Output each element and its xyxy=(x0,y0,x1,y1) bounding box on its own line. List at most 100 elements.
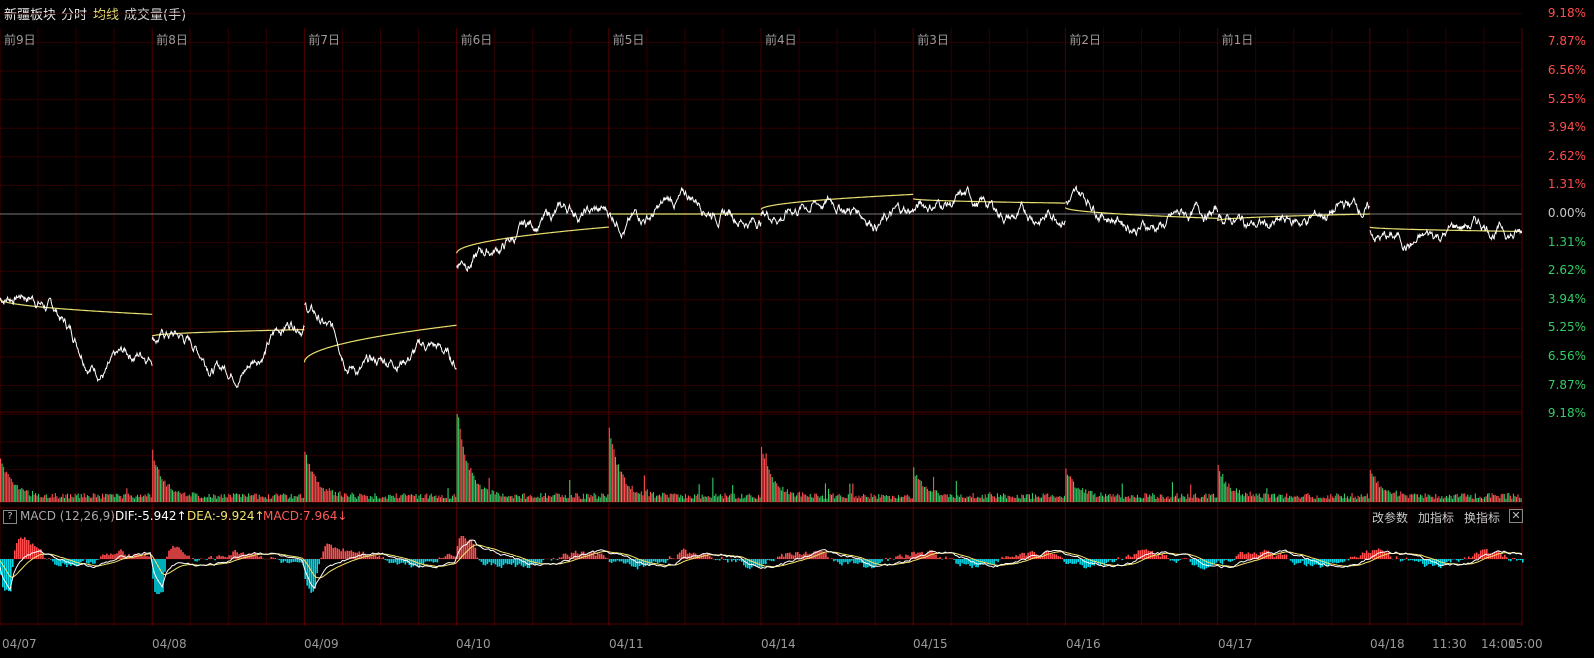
volume-bar xyxy=(406,495,408,502)
volume-bar xyxy=(254,493,256,502)
macd-bar xyxy=(1199,559,1202,569)
volume-bar xyxy=(415,494,417,502)
volume-bar xyxy=(312,471,314,502)
volume-bar xyxy=(1249,491,1251,502)
macd-bar xyxy=(488,559,491,563)
volume-bar xyxy=(336,495,338,502)
volume-bar xyxy=(1433,498,1435,502)
volume-bar xyxy=(1371,473,1373,502)
macd-bar xyxy=(616,559,619,561)
volume-bar xyxy=(689,496,691,502)
volume-bar xyxy=(1284,496,1286,502)
macd-bar xyxy=(1083,559,1085,568)
volume-bar xyxy=(245,496,247,502)
volume-bar xyxy=(24,491,26,502)
volume-bar xyxy=(1452,498,1454,502)
macd-bar xyxy=(280,559,282,563)
volume-bar xyxy=(1493,495,1495,502)
volume-bar xyxy=(220,494,222,502)
edit-params-button[interactable]: 改参数 xyxy=(1372,509,1408,526)
volume-bar xyxy=(62,493,64,502)
volume-bar xyxy=(742,498,744,502)
volume-bar xyxy=(1200,497,1202,502)
volume-bar xyxy=(887,496,889,502)
intraday-chart[interactable] xyxy=(0,0,1594,658)
volume-bar xyxy=(1100,492,1102,502)
volume-bar xyxy=(1010,497,1012,502)
volume-bar xyxy=(286,495,288,502)
macd-bar xyxy=(322,551,324,559)
macd-bar xyxy=(32,543,34,559)
volume-bar xyxy=(205,497,207,502)
volume-bar xyxy=(1357,495,1359,502)
macd-bar xyxy=(899,554,901,559)
volume-bar xyxy=(719,494,721,502)
volume-bar xyxy=(1210,495,1212,502)
add-indicator-button[interactable]: 加指标 xyxy=(1418,509,1454,526)
volume-bar xyxy=(1407,498,1409,502)
macd-bar xyxy=(1283,554,1286,559)
macd-bar xyxy=(1183,558,1186,559)
macd-bar xyxy=(258,556,260,559)
volume-bar xyxy=(652,492,654,502)
macd-bar xyxy=(1447,559,1450,561)
volume-bar xyxy=(683,498,685,502)
volume-bar xyxy=(185,496,187,502)
volume-bar xyxy=(983,498,985,502)
volume-bar xyxy=(1197,497,1199,502)
volume-bar xyxy=(1018,497,1020,502)
volume-bar xyxy=(1310,497,1312,502)
volume-bar xyxy=(855,495,857,502)
macd-bar xyxy=(1351,556,1354,559)
macd-bar xyxy=(737,559,739,561)
volume-bar xyxy=(194,493,196,502)
volume-bar xyxy=(1281,494,1283,502)
macd-bar xyxy=(214,559,216,561)
volume-bar xyxy=(1144,493,1146,502)
volume-bar xyxy=(141,497,143,502)
volume-bar xyxy=(561,495,563,502)
volume-bar xyxy=(806,496,808,502)
volume-bar xyxy=(1031,493,1033,502)
volume-bar xyxy=(54,493,56,502)
volume-bar xyxy=(280,494,282,502)
volume-bar xyxy=(523,493,525,502)
volume-bar xyxy=(700,498,702,502)
macd-bar xyxy=(1353,556,1356,559)
macd-bar xyxy=(1455,559,1458,561)
volume-bar xyxy=(1400,491,1402,502)
volume-bar xyxy=(1220,476,1222,502)
macd-bar xyxy=(188,555,190,559)
macd-bar xyxy=(200,558,202,559)
volume-bar xyxy=(649,491,651,502)
volume-bar xyxy=(607,494,609,502)
switch-indicator-button[interactable]: 换指标 xyxy=(1464,509,1500,526)
percent-tick-label: 1.31% xyxy=(1547,234,1586,249)
volume-bar xyxy=(156,466,158,502)
volume-bar xyxy=(627,485,629,502)
macd-bar xyxy=(1457,559,1460,562)
macd-bar xyxy=(198,559,200,561)
volume-bar xyxy=(382,497,384,502)
close-icon[interactable]: ✕ xyxy=(1509,509,1523,523)
macd-bar xyxy=(757,559,759,567)
macd-bar xyxy=(985,559,987,563)
volume-bar xyxy=(264,497,266,502)
volume-bar xyxy=(16,485,18,502)
volume-bar xyxy=(928,491,930,502)
volume-bar xyxy=(1238,490,1240,502)
help-icon[interactable]: ? xyxy=(3,510,17,524)
volume-bar xyxy=(179,492,181,502)
volume-bar xyxy=(1412,494,1414,502)
volume-bar xyxy=(812,497,814,502)
volume-bar xyxy=(1229,487,1231,502)
macd-bar xyxy=(716,559,719,560)
volume-bar xyxy=(502,493,504,502)
volume-bar xyxy=(147,493,149,502)
macd-bar xyxy=(1498,551,1500,559)
volume-bar xyxy=(1124,496,1126,502)
day-label: 前2日 xyxy=(1069,33,1102,47)
volume-bar xyxy=(1464,493,1466,502)
volume-bar xyxy=(65,494,67,502)
macd-bar xyxy=(1189,559,1192,562)
